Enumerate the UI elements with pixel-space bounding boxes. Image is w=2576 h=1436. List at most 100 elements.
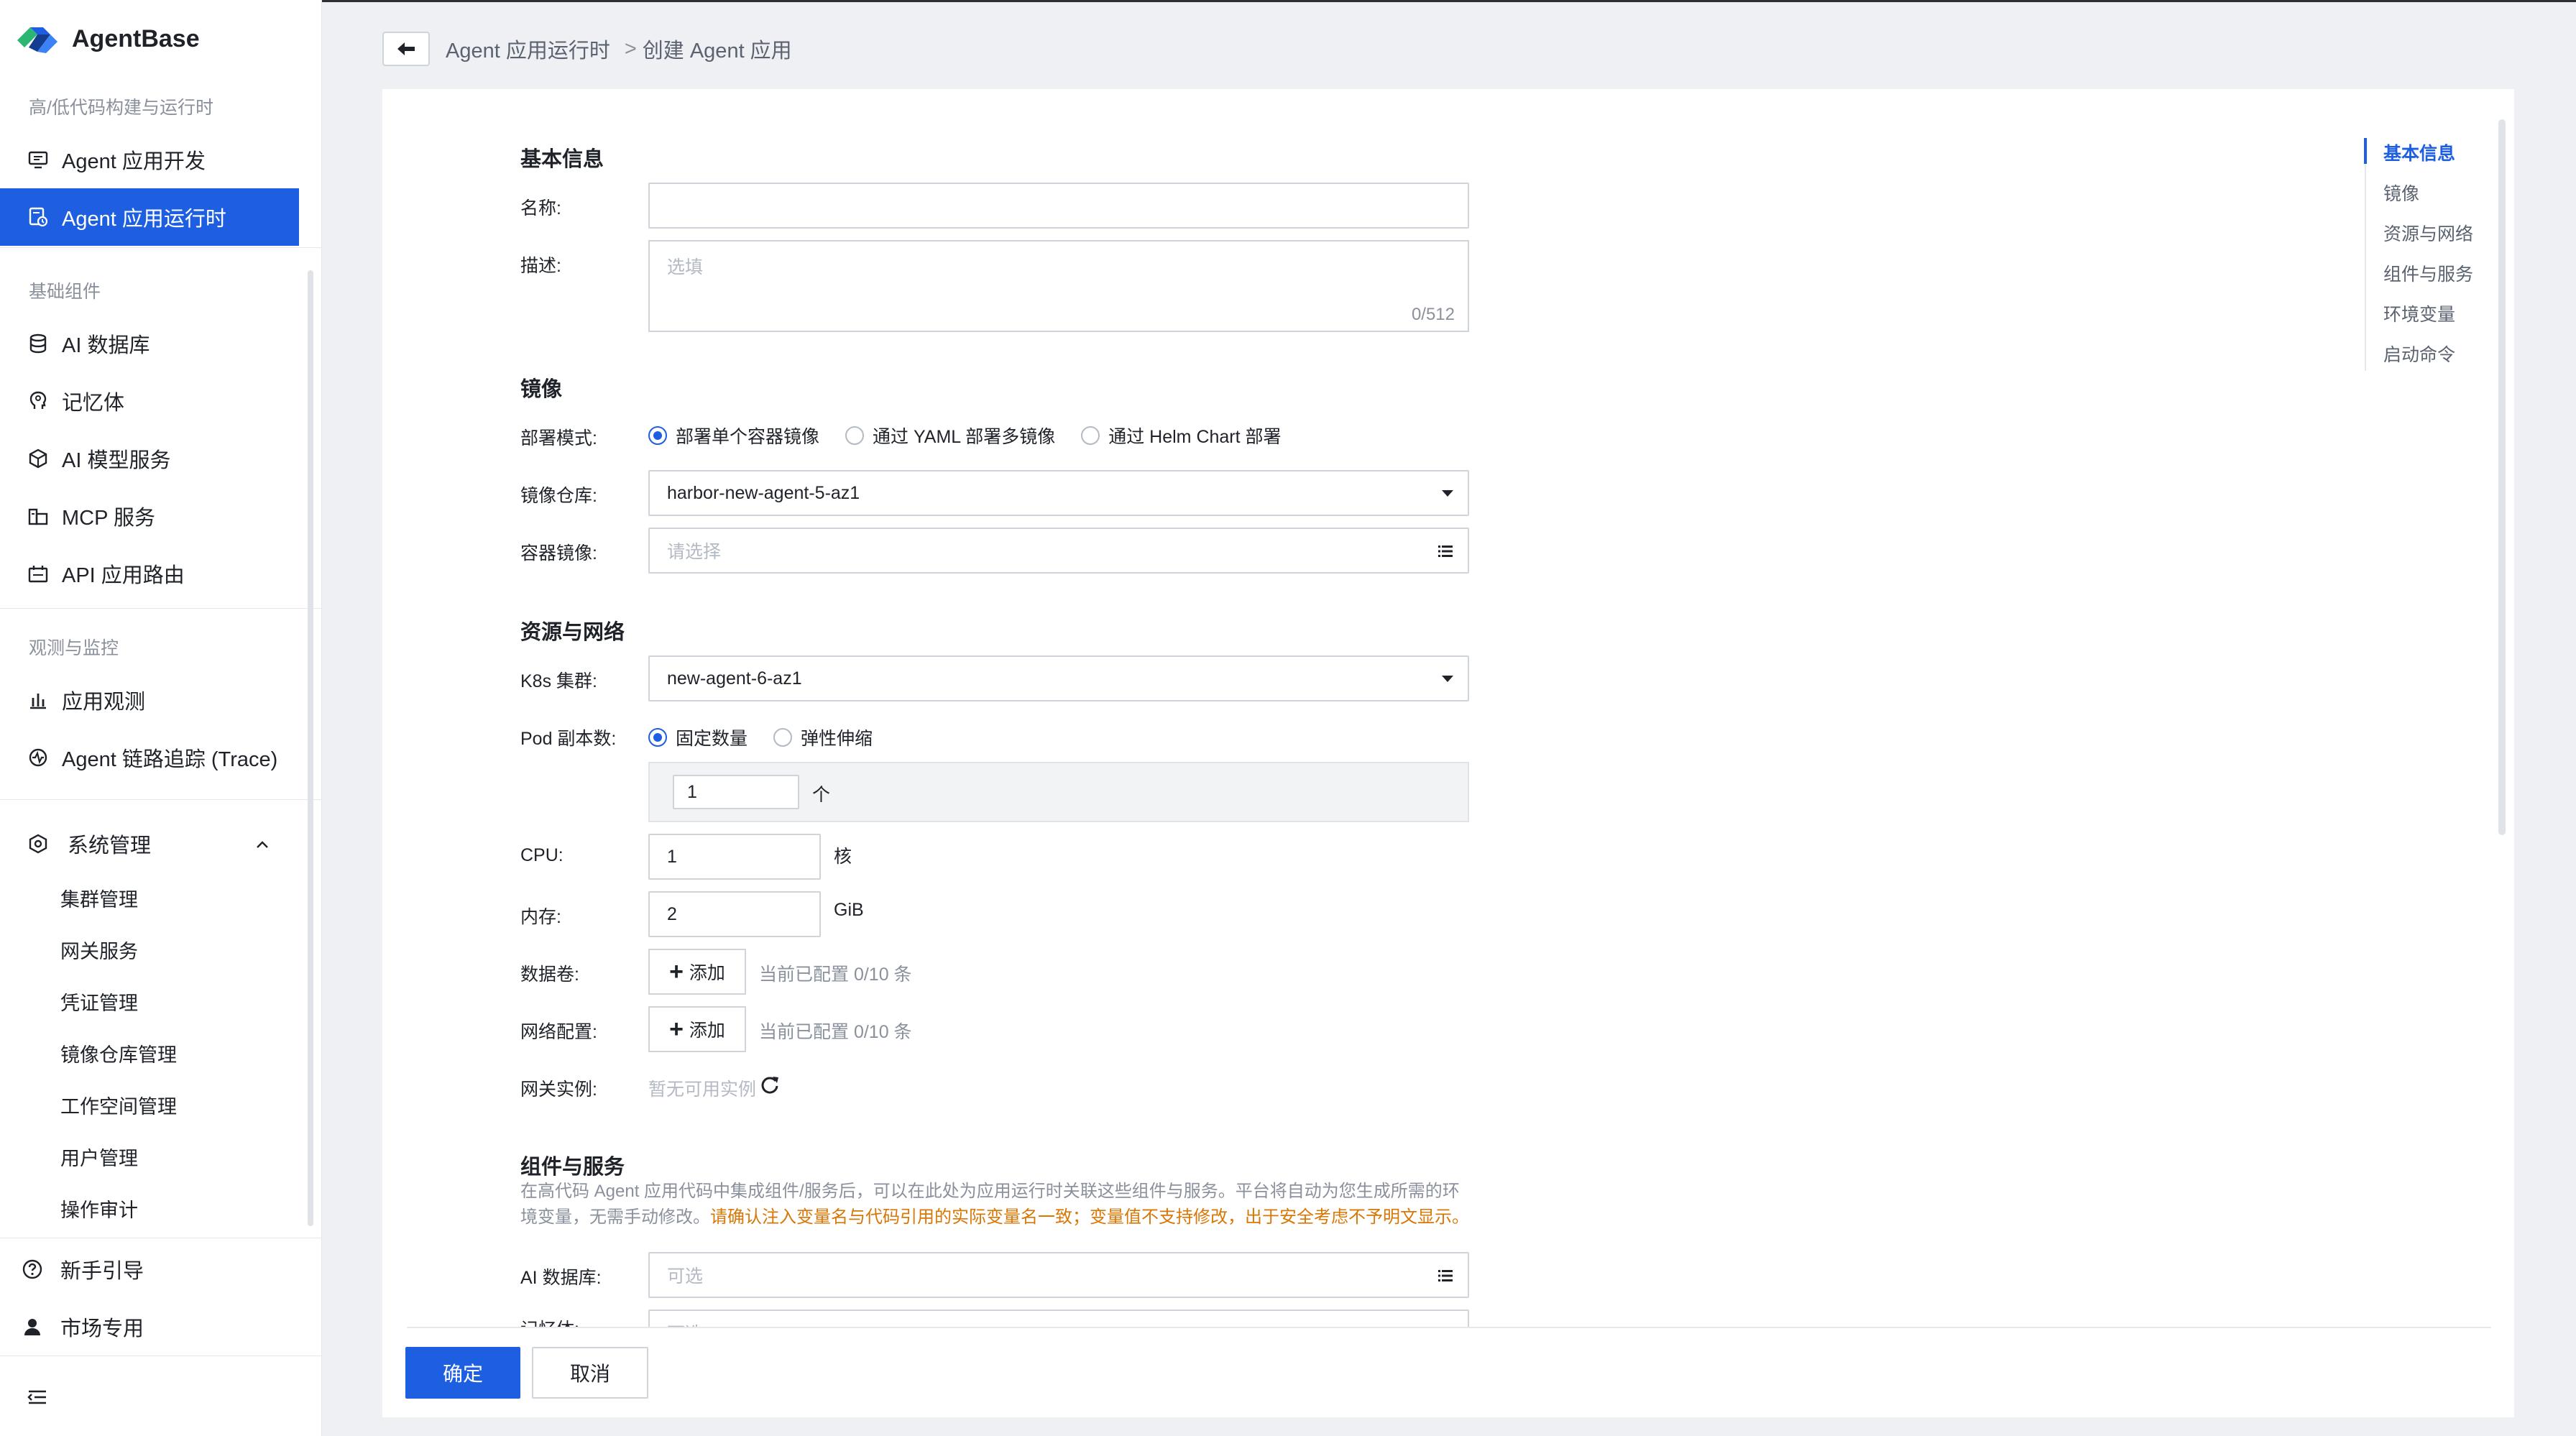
sidebar-divider [0, 799, 322, 800]
anchor-resources[interactable]: 资源与网络 [2383, 220, 2473, 246]
sidebar-item-mcp[interactable]: MCP 服务 [0, 487, 299, 545]
collapse-menu-icon[interactable] [26, 1386, 49, 1409]
desc-textarea[interactable]: 选填 0/512 [648, 240, 1469, 332]
add-network-button[interactable]: + 添加 [648, 1006, 746, 1052]
deploy-mode-label: 部署模式: [520, 428, 597, 448]
cluster-select[interactable]: new-agent-6-az1 [648, 655, 1469, 701]
breadcrumb: Agent 应用运行时 > 创建 Agent 应用 [446, 34, 792, 63]
deploy-mode-yaml[interactable]: 通过 YAML 部署多镜像 [845, 423, 1055, 448]
memory-component-select[interactable]: 可选 [648, 1310, 1469, 1327]
sidebar-item-label: 记忆体 [62, 392, 125, 415]
breadcrumb-separator: > [624, 37, 637, 60]
trace-icon [27, 747, 49, 768]
list-icon[interactable] [1436, 542, 1455, 561]
sidebar-item-label: API 应用路由 [62, 564, 185, 587]
anchor-components[interactable]: 组件与服务 [2383, 260, 2473, 286]
confirm-button[interactable]: 确定 [405, 1347, 520, 1399]
sidebar-item-label: AI 模型服务 [62, 449, 171, 472]
app-logo[interactable]: AgentBase [14, 19, 200, 59]
sidebar-item-market[interactable]: 市场专用 [0, 1298, 299, 1356]
sidebar-sub-audit[interactable]: 操作审计 [60, 1188, 276, 1228]
anchor-env-vars[interactable]: 环境变量 [2383, 300, 2455, 326]
sidebar: AgentBase 高/低代码构建与运行时 Agent 应用开发 Agent 应… [0, 0, 322, 1436]
sidebar-item-ai-model[interactable]: AI 模型服务 [0, 430, 299, 487]
sidebar-item-label: Agent 链路追踪 (Trace) [62, 748, 278, 771]
replica-mode-fixed[interactable]: 固定数量 [648, 724, 748, 750]
anchor-basic-info[interactable]: 基本信息 [2383, 139, 2455, 165]
repo-select[interactable]: harbor-new-agent-5-az1 [648, 470, 1469, 516]
repo-value: harbor-new-agent-5-az1 [667, 482, 860, 503]
anchor-active-indicator [2364, 138, 2367, 164]
sidebar-item-api-routing[interactable]: API 应用路由 [0, 545, 299, 602]
sidebar-item-label: Agent 应用开发 [62, 150, 206, 173]
section-title-components: 组件与服务 [520, 1156, 625, 1179]
radio-label: 部署单个容器镜像 [676, 427, 820, 447]
database-icon [27, 333, 49, 354]
add-volume-button[interactable]: + 添加 [648, 949, 746, 995]
memory-value: 2 [667, 903, 677, 924]
sidebar-item-observe[interactable]: 应用观测 [0, 671, 299, 729]
sidebar-sub-image-registry[interactable]: 镜像仓库管理 [60, 1033, 276, 1073]
group-label-observability: 观测与监控 [29, 638, 119, 658]
sidebar-item-memory[interactable]: 记忆体 [0, 372, 299, 430]
radio-unchecked-icon [1081, 426, 1100, 445]
sidebar-scrollbar[interactable] [308, 270, 313, 1226]
ai-db-placeholder: 可选 [667, 1266, 704, 1287]
sidebar-sub-credential[interactable]: 凭证管理 [60, 981, 276, 1021]
replica-count-input[interactable]: 1 [673, 775, 799, 809]
sidebar-item-agent-runtime[interactable]: Agent 应用运行时 [0, 188, 299, 246]
list-icon[interactable] [1436, 1266, 1455, 1285]
sidebar-item-trace[interactable]: Agent 链路追踪 (Trace) [0, 729, 299, 786]
deploy-mode-helm[interactable]: 通过 Helm Chart 部署 [1081, 423, 1282, 448]
sidebar-sub-gateway[interactable]: 网关服务 [60, 929, 276, 970]
sidebar-sub-cluster[interactable]: 集群管理 [60, 878, 276, 918]
anchor-track [2365, 138, 2366, 371]
memory-input[interactable]: 2 [648, 891, 821, 937]
cluster-value: new-agent-6-az1 [667, 668, 802, 689]
cancel-button[interactable]: 取消 [532, 1347, 648, 1399]
radio-checked-icon [648, 728, 667, 747]
sidebar-item-guide[interactable]: 新手引导 [0, 1241, 299, 1298]
name-input[interactable] [648, 183, 1469, 229]
network-hint: 当前已配置 0/10 条 [759, 1022, 912, 1042]
radio-label: 弹性伸缩 [801, 729, 873, 749]
ai-db-select[interactable]: 可选 [648, 1252, 1469, 1298]
section-title-image: 镜像 [520, 378, 563, 401]
top-border [322, 0, 2576, 2]
sidebar-item-agent-dev[interactable]: Agent 应用开发 [0, 131, 299, 188]
name-label: 名称: [520, 198, 561, 218]
network-label: 网络配置: [520, 1022, 597, 1042]
sidebar-item-label: 应用观测 [62, 691, 146, 714]
desc-placeholder: 选填 [667, 257, 704, 277]
group-label-build: 高/低代码构建与运行时 [29, 98, 213, 118]
breadcrumb-parent[interactable]: Agent 应用运行时 [446, 34, 610, 64]
runtime-icon [27, 206, 49, 228]
api-icon [27, 563, 49, 584]
anchor-image[interactable]: 镜像 [2383, 180, 2419, 206]
caret-down-icon [1442, 676, 1453, 682]
sidebar-sub-users[interactable]: 用户管理 [60, 1136, 276, 1177]
chevron-up-icon[interactable] [252, 834, 273, 855]
container-image-select[interactable]: 请选择 [648, 528, 1469, 574]
agentbase-logo-icon [17, 27, 58, 53]
form-scrollbar[interactable] [2498, 119, 2506, 835]
cpu-input[interactable]: 1 [648, 834, 821, 880]
sidebar-item-label: Agent 应用运行时 [62, 208, 226, 231]
footer-divider [407, 1327, 2491, 1328]
back-button[interactable] [382, 32, 430, 66]
gateway-hint: 暂无可用实例 [648, 1080, 757, 1100]
replica-mode-autoscale[interactable]: 弹性伸缩 [773, 724, 873, 750]
refresh-icon[interactable] [759, 1074, 781, 1095]
container-image-label: 容器镜像: [520, 543, 597, 563]
sidebar-item-ai-database[interactable]: AI 数据库 [0, 315, 299, 372]
radio-label: 固定数量 [676, 729, 748, 749]
settings-hex-icon [27, 833, 49, 855]
components-warning-text: 请确认注入变量名与代码引用的实际变量名一致；变量值不支持修改，出于安全考虑不予明… [710, 1207, 1469, 1227]
container-image-placeholder: 请选择 [667, 542, 722, 562]
replica-mode-group: 固定数量 弹性伸缩 [648, 723, 898, 752]
gateway-label: 网关实例: [520, 1080, 597, 1100]
sidebar-sub-workspace[interactable]: 工作空间管理 [60, 1085, 276, 1125]
plus-icon: + [669, 958, 684, 985]
deploy-mode-single[interactable]: 部署单个容器镜像 [648, 423, 819, 448]
anchor-start-command[interactable]: 启动命令 [2383, 341, 2455, 367]
